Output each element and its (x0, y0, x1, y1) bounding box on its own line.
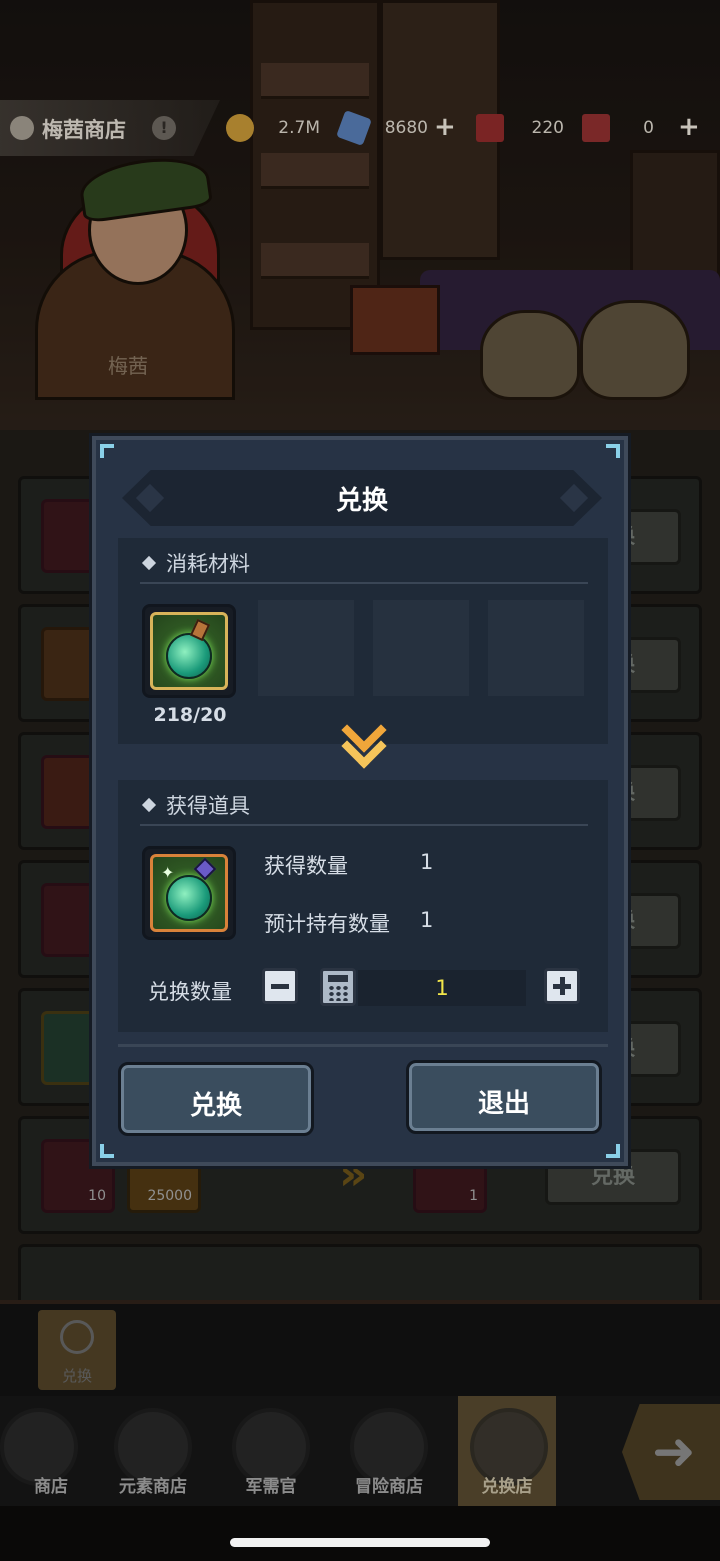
expected-hold-value: 1 (420, 908, 434, 932)
gold-coin-icon (226, 114, 254, 142)
obtain-items-section: 获得道具 ✦ 获得数量 1 预计持有数量 1 兑换数量 (118, 780, 608, 1032)
exchange-dialog: 兑换 消耗材料 218/20 获得道具 ✦ 获得数量 1 预计持有数量 1 兑换… (92, 436, 628, 1166)
ticket-icon (476, 114, 504, 142)
card-resource: 0 + (582, 112, 702, 144)
ticket-amount: 220 (531, 118, 564, 138)
empty-slot (373, 600, 469, 696)
section-label: 获得道具 (141, 790, 250, 820)
crystal-icon (336, 110, 372, 146)
shop-background-scene: 梅茜 (0, 0, 720, 430)
crystal-amount: 8680 (384, 118, 428, 138)
exchange-qty-input[interactable] (358, 970, 526, 1006)
card-amount: 0 (643, 118, 654, 138)
gain-count-value: 1 (420, 850, 434, 874)
decrease-qty-button[interactable] (262, 968, 298, 1004)
shop-title-tag: 梅茜商店 ! (0, 100, 220, 156)
cost-item-quantity: 218/20 (153, 704, 227, 726)
ticket-resource: 220 (476, 114, 568, 144)
expected-hold-label: 预计持有数量 (264, 912, 390, 936)
empty-slot (258, 600, 354, 696)
increase-qty-button[interactable] (544, 968, 580, 1004)
coin-stack-icon (10, 116, 34, 140)
home-indicator[interactable] (230, 1538, 490, 1547)
dialog-header: 兑换 (122, 470, 602, 526)
cost-item-slot[interactable] (142, 604, 236, 698)
gain-item-slot[interactable]: ✦ (142, 846, 236, 940)
section-label: 消耗材料 (141, 548, 250, 578)
dialog-title: 兑换 (335, 486, 388, 516)
add-crystal-button[interactable]: + (434, 112, 456, 142)
card-icon (582, 114, 610, 142)
sparkle-icon: ✦ (161, 863, 175, 882)
gain-count-label: 获得数量 (264, 854, 348, 878)
gold-resource: 2.7M (226, 114, 326, 144)
empty-slot (488, 600, 584, 696)
exchange-qty-label: 兑换数量 (148, 980, 232, 1004)
crystal-resource: 8680 + (336, 110, 460, 146)
exit-button[interactable]: 退出 (406, 1060, 602, 1134)
green-potion-icon (166, 633, 212, 679)
add-card-button[interactable]: + (678, 112, 700, 142)
confirm-exchange-button[interactable]: 兑换 (118, 1062, 314, 1136)
info-icon[interactable]: ! (152, 116, 176, 140)
chevron-down-icon (341, 707, 387, 772)
resource-bar: 梅茜商店 ! 2.7M 8680 + 220 0 + (0, 100, 720, 156)
calculator-button[interactable] (320, 968, 356, 1006)
gold-amount: 2.7M (278, 118, 320, 138)
shop-title: 梅茜商店 (42, 118, 126, 142)
